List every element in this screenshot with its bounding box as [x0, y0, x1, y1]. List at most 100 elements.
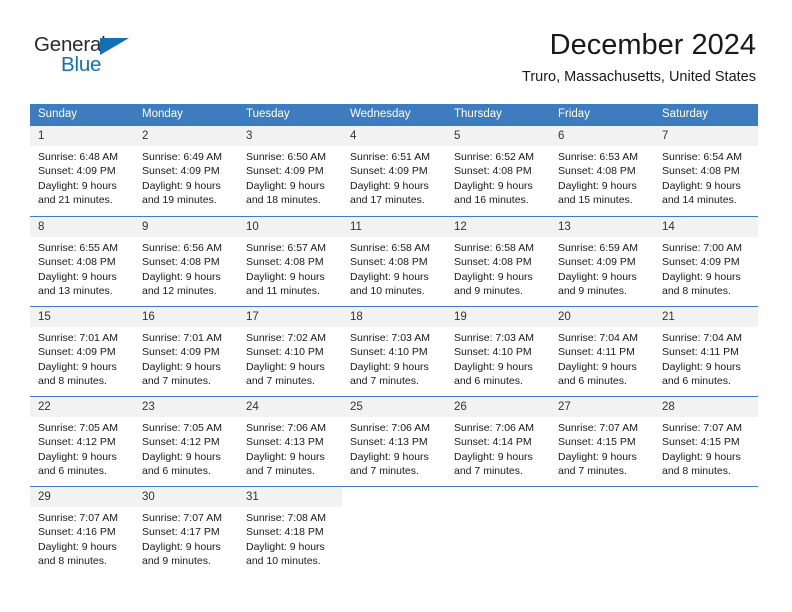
- daylight-text-line1: Daylight: 9 hours: [454, 360, 533, 373]
- day-cell[interactable]: 1 Sunrise: 6:48 AM Sunset: 4:09 PM Dayli…: [30, 126, 134, 216]
- daylight-text-line2: and 19 minutes.: [142, 194, 217, 207]
- day-details: Sunrise: 6:54 AM Sunset: 4:08 PM Dayligh…: [654, 146, 758, 208]
- weekday-header-thursday: Thursday: [446, 104, 550, 126]
- day-number: 4: [342, 126, 446, 146]
- daylight-text-line1: Daylight: 9 hours: [142, 270, 221, 283]
- daylight-text-line1: Daylight: 9 hours: [38, 360, 117, 373]
- day-cell[interactable]: 10 Sunrise: 6:57 AM Sunset: 4:08 PM Dayl…: [238, 216, 342, 306]
- calendar-week-row: 1 Sunrise: 6:48 AM Sunset: 4:09 PM Dayli…: [30, 126, 758, 216]
- day-number: [446, 487, 550, 507]
- daylight-text-line1: Daylight: 9 hours: [38, 540, 117, 553]
- sunrise-text: Sunrise: 7:05 AM: [38, 422, 118, 434]
- sunset-text: Sunset: 4:12 PM: [38, 436, 116, 449]
- daylight-text-line1: Daylight: 9 hours: [246, 360, 325, 373]
- day-details: Sunrise: 7:02 AM Sunset: 4:10 PM Dayligh…: [238, 327, 342, 389]
- daylight-text-line2: and 7 minutes.: [142, 375, 211, 388]
- day-cell[interactable]: 11 Sunrise: 6:58 AM Sunset: 4:08 PM Dayl…: [342, 216, 446, 306]
- day-cell[interactable]: 9 Sunrise: 6:56 AM Sunset: 4:08 PM Dayli…: [134, 216, 238, 306]
- day-number: 24: [238, 397, 342, 417]
- day-cell[interactable]: 18 Sunrise: 7:03 AM Sunset: 4:10 PM Dayl…: [342, 306, 446, 396]
- day-cell[interactable]: 5 Sunrise: 6:52 AM Sunset: 4:08 PM Dayli…: [446, 126, 550, 216]
- day-details: Sunrise: 7:05 AM Sunset: 4:12 PM Dayligh…: [134, 417, 238, 479]
- calendar-body: 1 Sunrise: 6:48 AM Sunset: 4:09 PM Dayli…: [30, 126, 758, 576]
- generalblue-logo[interactable]: General Blue: [34, 34, 174, 82]
- day-cell[interactable]: 8 Sunrise: 6:55 AM Sunset: 4:08 PM Dayli…: [30, 216, 134, 306]
- day-number: 21: [654, 307, 758, 327]
- daylight-text-line1: Daylight: 9 hours: [454, 450, 533, 463]
- day-cell[interactable]: 26 Sunrise: 7:06 AM Sunset: 4:14 PM Dayl…: [446, 396, 550, 486]
- daylight-text-line2: and 6 minutes.: [662, 375, 731, 388]
- day-cell[interactable]: 23 Sunrise: 7:05 AM Sunset: 4:12 PM Dayl…: [134, 396, 238, 486]
- daylight-text-line1: Daylight: 9 hours: [142, 540, 221, 553]
- day-number: 23: [134, 397, 238, 417]
- daylight-text-line2: and 13 minutes.: [38, 285, 113, 298]
- day-details: Sunrise: 7:04 AM Sunset: 4:11 PM Dayligh…: [654, 327, 758, 389]
- day-number: 1: [30, 126, 134, 146]
- day-cell[interactable]: 28 Sunrise: 7:07 AM Sunset: 4:15 PM Dayl…: [654, 396, 758, 486]
- day-cell[interactable]: 13 Sunrise: 6:59 AM Sunset: 4:09 PM Dayl…: [550, 216, 654, 306]
- day-cell[interactable]: 6 Sunrise: 6:53 AM Sunset: 4:08 PM Dayli…: [550, 126, 654, 216]
- day-number: 3: [238, 126, 342, 146]
- sunset-text: Sunset: 4:08 PM: [246, 256, 324, 269]
- logo-triangle-icon: [100, 38, 129, 55]
- day-cell[interactable]: 12 Sunrise: 6:58 AM Sunset: 4:08 PM Dayl…: [446, 216, 550, 306]
- sunrise-text: Sunrise: 7:06 AM: [246, 422, 326, 434]
- day-number: 9: [134, 217, 238, 237]
- daylight-text-line1: Daylight: 9 hours: [662, 270, 741, 283]
- weekday-header-sunday: Sunday: [30, 104, 134, 126]
- sunset-text: Sunset: 4:08 PM: [454, 256, 532, 269]
- day-cell[interactable]: 7 Sunrise: 6:54 AM Sunset: 4:08 PM Dayli…: [654, 126, 758, 216]
- sunrise-text: Sunrise: 7:07 AM: [662, 422, 742, 434]
- sunrise-text: Sunrise: 6:58 AM: [350, 242, 430, 254]
- daylight-text-line2: and 7 minutes.: [558, 465, 627, 478]
- day-number: 29: [30, 487, 134, 507]
- day-cell[interactable]: 29 Sunrise: 7:07 AM Sunset: 4:16 PM Dayl…: [30, 486, 134, 576]
- day-cell[interactable]: 17 Sunrise: 7:02 AM Sunset: 4:10 PM Dayl…: [238, 306, 342, 396]
- sunset-text: Sunset: 4:08 PM: [558, 165, 636, 178]
- sunset-text: Sunset: 4:09 PM: [662, 256, 740, 269]
- daylight-text-line1: Daylight: 9 hours: [246, 270, 325, 283]
- daylight-text-line1: Daylight: 9 hours: [350, 360, 429, 373]
- day-number: 20: [550, 307, 654, 327]
- day-cell[interactable]: 30 Sunrise: 7:07 AM Sunset: 4:17 PM Dayl…: [134, 486, 238, 576]
- daylight-text-line2: and 17 minutes.: [350, 194, 425, 207]
- day-cell[interactable]: 14 Sunrise: 7:00 AM Sunset: 4:09 PM Dayl…: [654, 216, 758, 306]
- day-number: 30: [134, 487, 238, 507]
- day-cell[interactable]: 22 Sunrise: 7:05 AM Sunset: 4:12 PM Dayl…: [30, 396, 134, 486]
- day-cell[interactable]: 27 Sunrise: 7:07 AM Sunset: 4:15 PM Dayl…: [550, 396, 654, 486]
- day-cell[interactable]: 24 Sunrise: 7:06 AM Sunset: 4:13 PM Dayl…: [238, 396, 342, 486]
- day-details: Sunrise: 7:07 AM Sunset: 4:15 PM Dayligh…: [654, 417, 758, 479]
- day-details: Sunrise: 7:08 AM Sunset: 4:18 PM Dayligh…: [238, 507, 342, 569]
- day-cell[interactable]: 19 Sunrise: 7:03 AM Sunset: 4:10 PM Dayl…: [446, 306, 550, 396]
- day-cell[interactable]: 4 Sunrise: 6:51 AM Sunset: 4:09 PM Dayli…: [342, 126, 446, 216]
- day-cell[interactable]: 31 Sunrise: 7:08 AM Sunset: 4:18 PM Dayl…: [238, 486, 342, 576]
- sunrise-text: Sunrise: 6:55 AM: [38, 242, 118, 254]
- day-number: 7: [654, 126, 758, 146]
- day-number: 18: [342, 307, 446, 327]
- day-cell[interactable]: 20 Sunrise: 7:04 AM Sunset: 4:11 PM Dayl…: [550, 306, 654, 396]
- day-cell[interactable]: 2 Sunrise: 6:49 AM Sunset: 4:09 PM Dayli…: [134, 126, 238, 216]
- day-cell-empty: [550, 486, 654, 576]
- sunset-text: Sunset: 4:08 PM: [38, 256, 116, 269]
- daylight-text-line2: and 11 minutes.: [246, 285, 320, 298]
- daylight-text-line1: Daylight: 9 hours: [558, 360, 637, 373]
- day-number: 14: [654, 217, 758, 237]
- day-details: Sunrise: 6:56 AM Sunset: 4:08 PM Dayligh…: [134, 237, 238, 299]
- day-details: Sunrise: 7:01 AM Sunset: 4:09 PM Dayligh…: [30, 327, 134, 389]
- day-cell[interactable]: 16 Sunrise: 7:01 AM Sunset: 4:09 PM Dayl…: [134, 306, 238, 396]
- day-cell-empty: [342, 486, 446, 576]
- day-cell[interactable]: 25 Sunrise: 7:06 AM Sunset: 4:13 PM Dayl…: [342, 396, 446, 486]
- day-cell[interactable]: 15 Sunrise: 7:01 AM Sunset: 4:09 PM Dayl…: [30, 306, 134, 396]
- weekday-header-friday: Friday: [550, 104, 654, 126]
- calendar-header-row: Sunday Monday Tuesday Wednesday Thursday…: [30, 104, 758, 126]
- daylight-text-line2: and 12 minutes.: [142, 285, 217, 298]
- page-header: General Blue December 2024 Truro, Massac…: [0, 0, 792, 96]
- sunrise-text: Sunrise: 6:53 AM: [558, 151, 638, 163]
- daylight-text-line1: Daylight: 9 hours: [454, 179, 533, 192]
- day-details: Sunrise: 7:06 AM Sunset: 4:13 PM Dayligh…: [342, 417, 446, 479]
- day-details: Sunrise: 6:50 AM Sunset: 4:09 PM Dayligh…: [238, 146, 342, 208]
- day-cell[interactable]: 21 Sunrise: 7:04 AM Sunset: 4:11 PM Dayl…: [654, 306, 758, 396]
- page-title: December 2024: [549, 29, 756, 61]
- day-cell[interactable]: 3 Sunrise: 6:50 AM Sunset: 4:09 PM Dayli…: [238, 126, 342, 216]
- daylight-text-line2: and 14 minutes.: [662, 194, 737, 207]
